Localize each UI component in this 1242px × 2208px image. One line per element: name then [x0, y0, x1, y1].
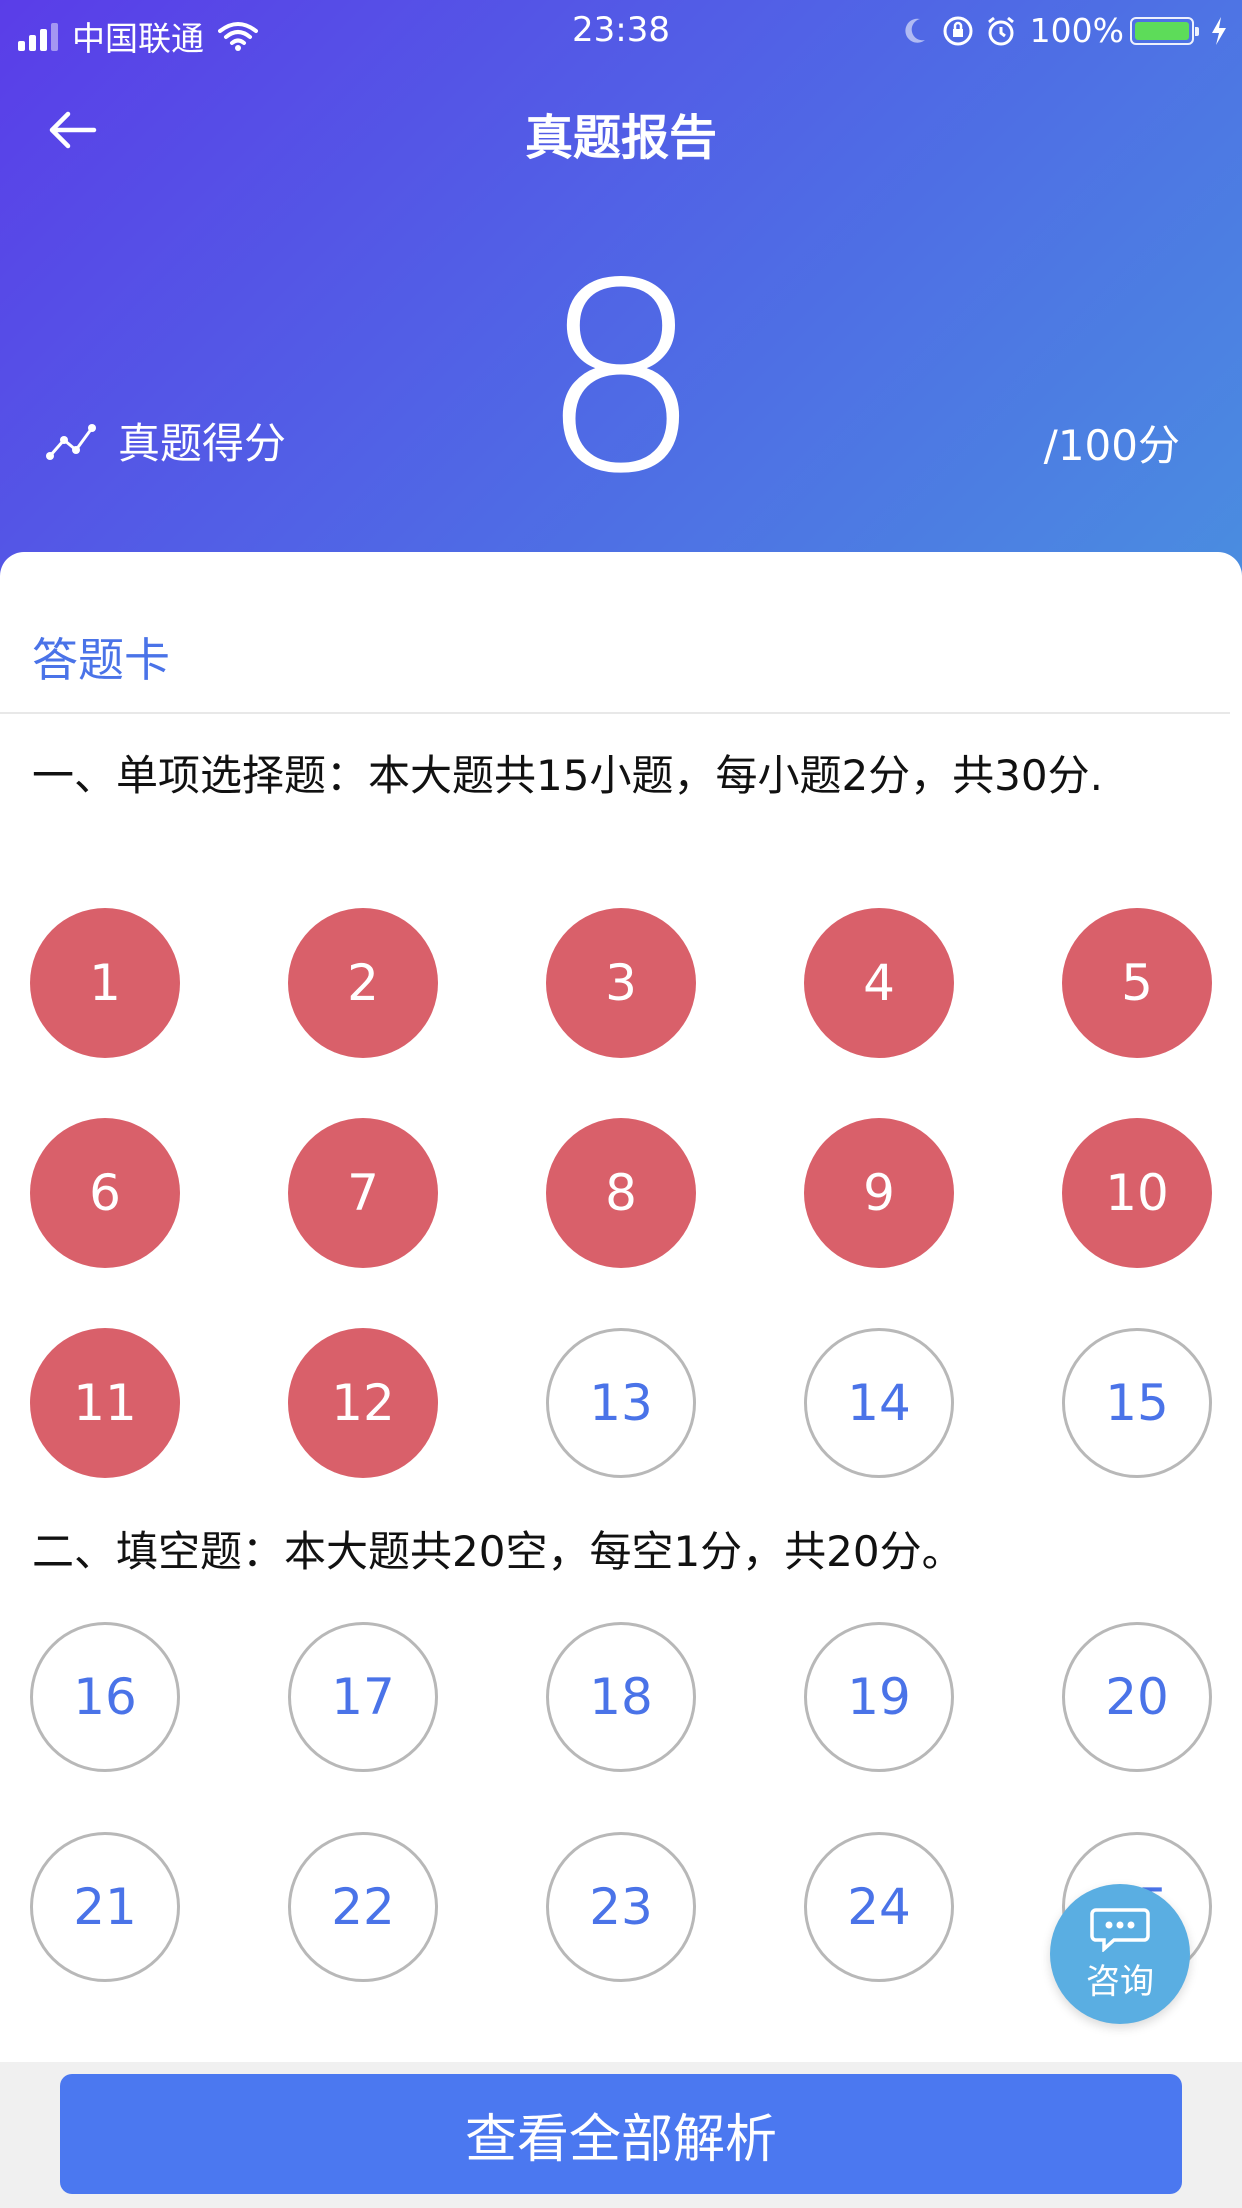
answer-card: 答题卡 一、单项选择题：本大题共15小题，每小题2分，共30分. 1234567…	[0, 552, 1242, 2062]
question-20-button[interactable]: 20	[1062, 1622, 1212, 1772]
bottom-bar: 查看全部解析	[0, 2062, 1242, 2208]
battery-icon	[1130, 16, 1199, 45]
question-2-button[interactable]: 2	[288, 908, 438, 1058]
question-24-button[interactable]: 24	[804, 1832, 954, 1982]
question-11-button[interactable]: 11	[30, 1328, 180, 1478]
rotation-lock-icon	[942, 15, 974, 47]
score-total: /100分	[1043, 421, 1180, 470]
question-7-button[interactable]: 7	[288, 1118, 438, 1268]
score-label: 真题得分	[118, 419, 287, 468]
question-8-button[interactable]: 8	[546, 1118, 696, 1268]
question-17-button[interactable]: 17	[288, 1622, 438, 1772]
consult-label: 咨询	[1086, 1961, 1154, 2002]
answer-card-title: 答题卡	[32, 633, 170, 687]
view-all-analysis-button[interactable]: 查看全部解析	[60, 2074, 1182, 2194]
divider	[0, 712, 1230, 714]
section-title-multiple-choice: 一、单项选择题：本大题共15小题，每小题2分，共30分.	[32, 751, 1103, 800]
question-10-button[interactable]: 10	[1062, 1118, 1212, 1268]
status-bar-right: 100%	[902, 11, 1228, 50]
moon-icon	[902, 16, 928, 46]
battery-percent: 100%	[1029, 11, 1124, 50]
question-1-button[interactable]: 1	[30, 908, 180, 1058]
question-23-button[interactable]: 23	[546, 1832, 696, 1982]
question-16-button[interactable]: 16	[30, 1622, 180, 1772]
trend-line-icon	[44, 416, 100, 466]
charging-icon	[1210, 16, 1228, 46]
consult-button[interactable]: 咨询	[1050, 1884, 1190, 2024]
question-19-button[interactable]: 19	[804, 1622, 954, 1772]
report-header: 中国联通 23:38 100% 真题报告 8 真题得分 /100分	[0, 0, 1242, 600]
alarm-icon	[986, 15, 1016, 47]
question-12-button[interactable]: 12	[288, 1328, 438, 1478]
page-title: 真题报告	[524, 110, 717, 166]
question-5-button[interactable]: 5	[1062, 908, 1212, 1058]
question-15-button[interactable]: 15	[1062, 1328, 1212, 1478]
question-3-button[interactable]: 3	[546, 908, 696, 1058]
question-6-button[interactable]: 6	[30, 1118, 180, 1268]
section-title-fill-blank: 二、填空题：本大题共20空，每空1分，共20分。	[32, 1527, 964, 1576]
question-18-button[interactable]: 18	[546, 1622, 696, 1772]
question-13-button[interactable]: 13	[546, 1328, 696, 1478]
question-9-button[interactable]: 9	[804, 1118, 954, 1268]
score-label-group: 真题得分	[44, 410, 286, 471]
question-21-button[interactable]: 21	[30, 1832, 180, 1982]
status-bar: 中国联通 23:38 100%	[0, 0, 1242, 62]
question-4-button[interactable]: 4	[804, 908, 954, 1058]
chat-bubble-icon	[1090, 1906, 1150, 1952]
question-14-button[interactable]: 14	[804, 1328, 954, 1478]
question-22-button[interactable]: 22	[288, 1832, 438, 1982]
